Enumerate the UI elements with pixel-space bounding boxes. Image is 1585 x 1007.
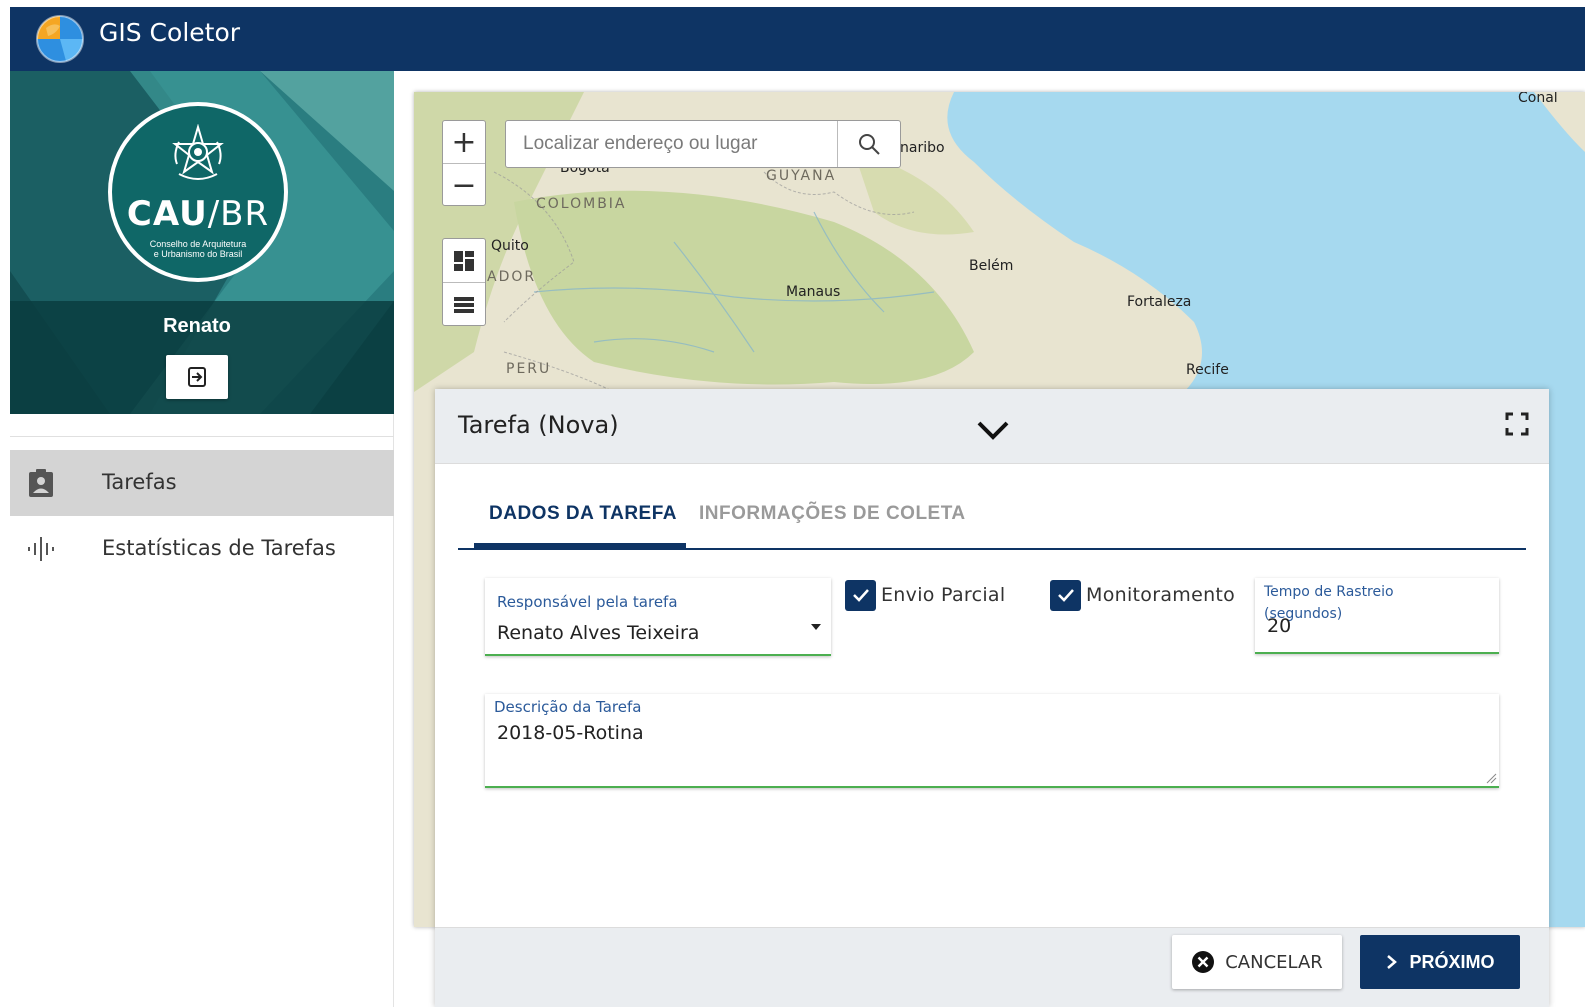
search-icon bbox=[859, 134, 880, 155]
panel-title: Tarefa (Nova) bbox=[458, 411, 619, 439]
map-label-colombia: COLOMBIA bbox=[536, 196, 627, 212]
map-label-peru: PERU bbox=[506, 361, 552, 377]
map-label-paramaribo: naribo bbox=[900, 140, 945, 156]
sidebar-item-estatisticas[interactable]: Estatísticas de Tarefas bbox=[10, 516, 394, 582]
brazil-coat-of-arms-icon bbox=[172, 124, 224, 180]
badge-title: CAU/BR bbox=[126, 194, 270, 234]
cau-br-badge: CAU/BR Conselho de Arquitetura e Urbanis… bbox=[108, 102, 288, 282]
descricao-value: 2018-05-Rotina bbox=[497, 722, 644, 744]
monitoramento-checkbox[interactable]: Monitoramento bbox=[1050, 577, 1235, 613]
envio-parcial-label: Envio Parcial bbox=[881, 584, 1006, 606]
tempo-rastreio-input[interactable]: Tempo de Rastreio (segundos) 20 bbox=[1255, 578, 1499, 654]
cancel-button[interactable]: CANCELAR bbox=[1172, 935, 1342, 989]
resize-grip-icon[interactable] bbox=[1485, 772, 1497, 784]
cancel-label: CANCELAR bbox=[1225, 951, 1323, 973]
logout-icon bbox=[188, 367, 206, 387]
map-tools bbox=[442, 238, 486, 326]
user-name: Renato bbox=[163, 315, 231, 337]
top-bar: GIS Coletor bbox=[10, 7, 1585, 71]
descricao-label: Descrição da Tarefa bbox=[494, 698, 642, 716]
tempo-rastreio-value: 20 bbox=[1267, 615, 1292, 637]
descricao-textarea[interactable]: Descrição da Tarefa 2018-05-Rotina bbox=[485, 694, 1499, 788]
bar-pulse-icon bbox=[28, 537, 54, 561]
map-search bbox=[505, 120, 901, 168]
clipboard-icon bbox=[29, 469, 53, 497]
responsavel-value: Renato Alves Teixeira bbox=[497, 622, 700, 644]
fullscreen-icon[interactable] bbox=[1504, 411, 1530, 437]
chevron-down-icon[interactable] bbox=[973, 415, 1013, 445]
grid-icon bbox=[454, 250, 474, 271]
panel-header: Tarefa (Nova) bbox=[435, 389, 1549, 464]
dropdown-arrow-icon bbox=[811, 624, 821, 630]
next-button[interactable]: PRÓXIMO bbox=[1360, 935, 1520, 989]
map-label-fortaleza: Fortaleza bbox=[1127, 294, 1192, 310]
monitoramento-label: Monitoramento bbox=[1086, 584, 1236, 606]
search-button[interactable] bbox=[837, 121, 900, 167]
responsavel-label: Responsável pela tarefa bbox=[497, 593, 678, 611]
profile-card: CAU/BR Conselho de Arquitetura e Urbanis… bbox=[10, 71, 394, 414]
cancel-circle-icon bbox=[1192, 951, 1215, 973]
checkbox-checked[interactable] bbox=[845, 579, 876, 611]
list-icon bbox=[454, 296, 474, 313]
zoom-in-button[interactable]: + bbox=[443, 121, 485, 163]
basemap-gallery-button[interactable] bbox=[443, 239, 485, 282]
tab-dados-da-tarefa[interactable]: DADOS DA TAREFA bbox=[474, 495, 686, 548]
app-root: GIS Coletor CAU/BR Conselho de Arquitetu… bbox=[0, 0, 1585, 1007]
sidebar-item-label: Estatísticas de Tarefas bbox=[102, 536, 336, 560]
checkbox-checked[interactable] bbox=[1050, 579, 1081, 611]
task-panel: Tarefa (Nova) DADOS DA TAREFA INFORMAÇÕE… bbox=[435, 389, 1549, 1007]
map-label-recife: Recife bbox=[1186, 362, 1229, 378]
check-icon bbox=[1057, 589, 1074, 602]
envio-parcial-checkbox[interactable]: Envio Parcial bbox=[845, 577, 1005, 613]
panel-footer: CANCELAR PRÓXIMO bbox=[435, 927, 1549, 1007]
map-label-manaus: Manaus bbox=[786, 284, 841, 300]
zoom-control: + − bbox=[442, 120, 486, 206]
sidebar: CAU/BR Conselho de Arquitetura e Urbanis… bbox=[10, 71, 394, 1007]
responsavel-select[interactable]: Responsável pela tarefa Renato Alves Tei… bbox=[485, 578, 831, 656]
search-input[interactable] bbox=[506, 121, 836, 167]
map-label-guyana: GUYANA bbox=[766, 168, 837, 184]
chevron-right-icon bbox=[1387, 955, 1398, 969]
zoom-out-button[interactable]: − bbox=[443, 164, 485, 206]
badge-subtitle: Conselho de Arquitetura e Urbanismo do B… bbox=[149, 239, 247, 259]
globe-logo-icon bbox=[36, 15, 84, 63]
sidebar-divider bbox=[10, 436, 394, 437]
map-label-belem: Belém bbox=[969, 258, 1014, 274]
task-tabs: DADOS DA TAREFA INFORMAÇÕES DE COLETA bbox=[458, 495, 1526, 550]
map-label-quito: Quito bbox=[491, 238, 529, 254]
logout-button[interactable] bbox=[166, 355, 228, 399]
app-title: GIS Coletor bbox=[99, 18, 241, 47]
sidebar-item-tarefas[interactable]: Tarefas bbox=[10, 450, 394, 516]
tab-informacoes-de-coleta[interactable]: INFORMAÇÕES DE COLETA bbox=[699, 495, 966, 548]
tempo-rastreio-label: Tempo de Rastreio (segundos) bbox=[1264, 584, 1394, 622]
map-label-ecuador: ADOR bbox=[487, 269, 537, 285]
sidebar-item-label: Tarefas bbox=[102, 470, 177, 494]
next-label: PRÓXIMO bbox=[1409, 951, 1495, 972]
check-icon bbox=[852, 589, 869, 602]
map-label-conakry: Conal bbox=[1518, 92, 1558, 106]
layer-list-button[interactable] bbox=[443, 283, 485, 326]
